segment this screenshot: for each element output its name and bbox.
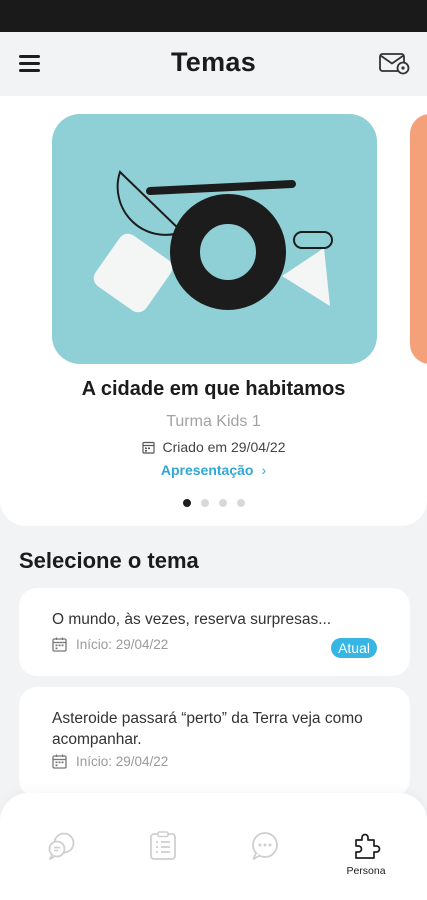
presentation-link[interactable]: Apresentação ›: [0, 462, 427, 478]
checklist-icon: [150, 831, 176, 860]
pagination-dot[interactable]: [200, 499, 209, 507]
theme-start-date: Início: 29/04/22: [52, 637, 168, 652]
puzzle-person-icon: [355, 833, 381, 859]
nav-item-chat[interactable]: [22, 831, 102, 883]
theme-start-date: Início: 29/04/22: [52, 754, 168, 769]
app-header: Temas: [0, 32, 427, 96]
next-theme-card[interactable]: [410, 114, 427, 364]
theme-name: Asteroide passará “perto” da Terra veja …: [52, 710, 363, 748]
bottom-navigation: Persona: [0, 793, 427, 900]
theme-start-date-text: Início: 29/04/22: [76, 637, 169, 652]
calendar-icon: [52, 754, 67, 769]
theme-card-title: A cidade em que habitamos: [81, 378, 346, 400]
section-title: Selecione o tema: [19, 548, 199, 573]
theme-illustration[interactable]: [52, 114, 377, 364]
chevron-right-icon: ›: [261, 462, 267, 478]
calendar-icon: [52, 637, 67, 652]
calendar-icon: [141, 441, 155, 454]
mail-button[interactable]: [378, 50, 414, 80]
page-title: Temas: [170, 47, 257, 77]
mail-notification-icon: [379, 53, 410, 75]
theme-start-date-text: Início: 29/04/22: [76, 754, 169, 769]
carousel-pagination: [0, 499, 427, 507]
created-date-text: Criado em 29/04/22: [162, 439, 286, 455]
theme-carousel[interactable]: A cidade em que habitamos Turma Kids 1 C…: [0, 96, 427, 526]
chat-bubbles-icon: [48, 832, 75, 860]
presentation-link-label: Apresentação: [160, 462, 254, 478]
pagination-dot[interactable]: [218, 499, 227, 507]
pagination-dot[interactable]: [236, 499, 245, 507]
theme-name: O mundo, às vezes, reserva surpresas...: [52, 611, 332, 628]
nav-item-persona[interactable]: Persona: [326, 831, 406, 883]
status-bar: [0, 0, 427, 32]
created-date: Criado em 29/04/22: [0, 439, 427, 455]
theme-list-item[interactable]: O mundo, às vezes, reserva surpresas... …: [19, 588, 410, 676]
nav-label-persona: Persona: [346, 865, 386, 877]
class-name: Turma Kids 1: [166, 413, 261, 430]
current-badge: Atual: [331, 638, 377, 658]
nav-item-messages[interactable]: [225, 831, 305, 883]
abstract-shapes-illustration: [93, 170, 333, 313]
nav-item-activities[interactable]: [123, 831, 203, 883]
theme-list-item[interactable]: Asteroide passará “perto” da Terra veja …: [19, 687, 410, 797]
message-dots-icon: [252, 832, 278, 860]
pagination-dot[interactable]: [182, 499, 191, 507]
